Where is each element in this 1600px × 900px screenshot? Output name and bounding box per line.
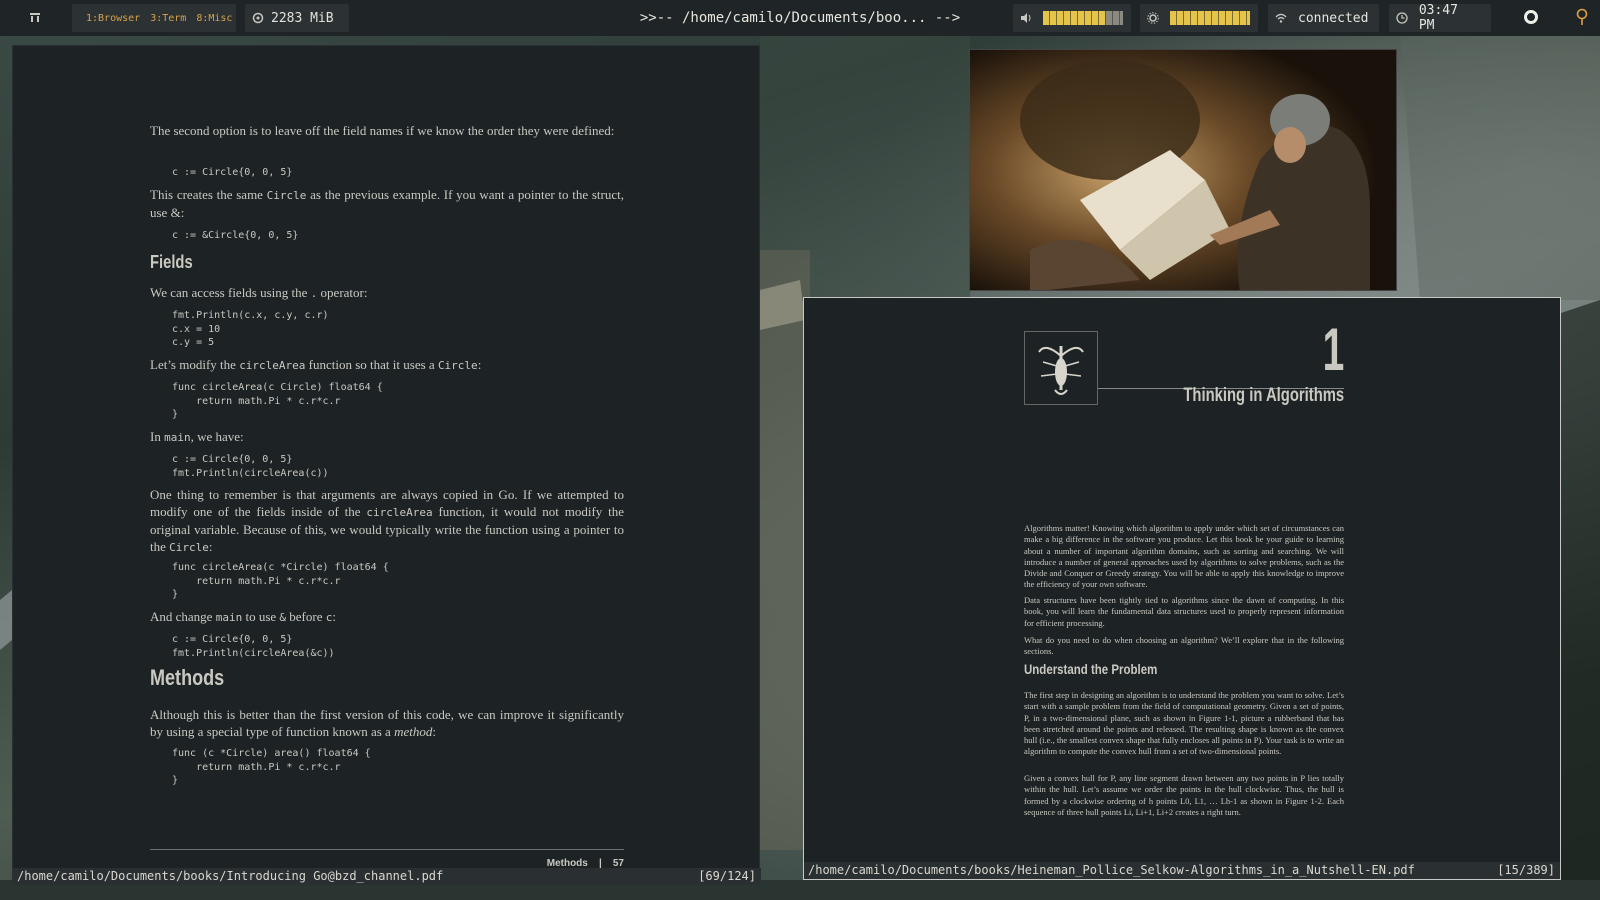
network-widget[interactable]: connected [1268,4,1379,32]
workspace-switcher: 1:Browser 3:Term 8:Misc [72,4,236,32]
chapter-emblem [1024,331,1098,405]
code-block: func (c *Circle) area() float64 { return… [172,748,371,786]
brightness-widget[interactable] [1140,4,1258,32]
code-block: fmt.Println(c.x, c.y, c.r) c.x = 10 c.y … [172,310,329,348]
pin-icon[interactable] [1576,8,1588,26]
heading-understand-problem: Understand the Problem [1024,661,1158,677]
pdf-page-introducing-go: The second option is to leave off the fi… [150,46,624,869]
memory-widget: 2283 MiB [245,4,349,32]
pdf-viewer-left[interactable]: The second option is to leave off the fi… [12,45,761,885]
paragraph: The first step in designing an algorithm… [1024,690,1344,757]
paragraph: Let’s modify the circleArea function so … [150,357,482,372]
status-bar-right: /home/camilo/Documents/books/Heineman_Po… [804,862,1560,879]
chapter-title: Thinking in Algorithms [1183,385,1344,406]
page-position: [15/389] [1497,863,1555,877]
top-bar: 1:Browser 3:Term 8:Misc 2283 MiB >>-- /h… [0,0,1600,36]
paragraph: Algorithms matter! Knowing which algorit… [1024,523,1344,590]
pdf-page-algorithms: 1 Thinking in Algorithms Algorithms matt… [1024,298,1344,863]
volume-widget[interactable] [1013,4,1131,32]
speaker-icon [1013,4,1039,32]
heading-methods: Methods [150,665,225,690]
cpu-icon [245,4,271,32]
wifi-icon [1268,4,1294,32]
heading-fields: Fields [150,252,193,272]
clock-icon [1389,4,1415,32]
paragraph: Data structures have been tightly tied t… [1024,595,1344,628]
sun-icon [1140,4,1166,32]
launcher-button[interactable] [22,4,52,32]
paragraph: Given a convex hull for P, any line segm… [1024,773,1344,817]
clock-time: 03:47 PM [1418,3,1458,33]
paragraph: The second option is to leave off the fi… [150,123,615,138]
brightness-meter[interactable] [1170,11,1250,25]
workspace-8[interactable]: 8:Misc [196,13,232,24]
paragraph: Although this is better than the first v… [150,707,624,739]
file-path: /home/camilo/Documents/books/Introducing… [17,869,444,883]
paragraph: And change main to use & before c: [150,609,336,624]
paragraph: One thing to remember is that arguments … [150,487,624,554]
paragraph: This creates the same Circle as the prev… [150,187,624,220]
paragraph: In main, we have: [150,429,244,444]
code-block: func circleArea(c *Circle) float64 { ret… [172,562,389,600]
circle-icon[interactable] [1524,10,1538,24]
painting-image [970,50,1396,290]
status-bar-left: /home/camilo/Documents/books/Introducing… [13,868,761,884]
paragraph: We can access fields using the . operato… [150,285,368,300]
workspace-3[interactable]: 3:Term [150,13,186,24]
code-block: c := Circle{0, 0, 5} fmt.Println(circleA… [172,634,335,659]
code-block: c := Circle{0, 0, 5} fmt.Println(circleA… [172,454,329,479]
image-viewer-painting[interactable] [969,49,1397,291]
code-block: c := Circle{0, 0, 5} [172,167,293,178]
code-block: c := &Circle{0, 0, 5} [172,230,299,241]
clock-widget[interactable]: 03:47 PM [1389,3,1491,33]
page-position: [69/124] [698,869,756,883]
paragraph: What do you need to do when choosing an … [1024,635,1344,657]
chapter-number: 1 [1322,316,1344,383]
volume-meter[interactable] [1043,11,1123,25]
code-block: func circleArea(c Circle) float64 { retu… [172,382,383,420]
footer-rule [150,849,624,850]
window-title: >>-- /home/camilo/Documents/boo... --> [639,10,961,26]
network-status: connected [1298,10,1369,26]
pdf-viewer-right[interactable]: 1 Thinking in Algorithms Algorithms matt… [803,297,1561,880]
workspace-1[interactable]: 1:Browser [86,13,140,24]
file-path: /home/camilo/Documents/books/Heineman_Po… [808,863,1415,877]
grid-icon [22,4,48,32]
crayfish-icon [1038,346,1084,395]
memory-usage: 2283 MiB [271,10,334,26]
